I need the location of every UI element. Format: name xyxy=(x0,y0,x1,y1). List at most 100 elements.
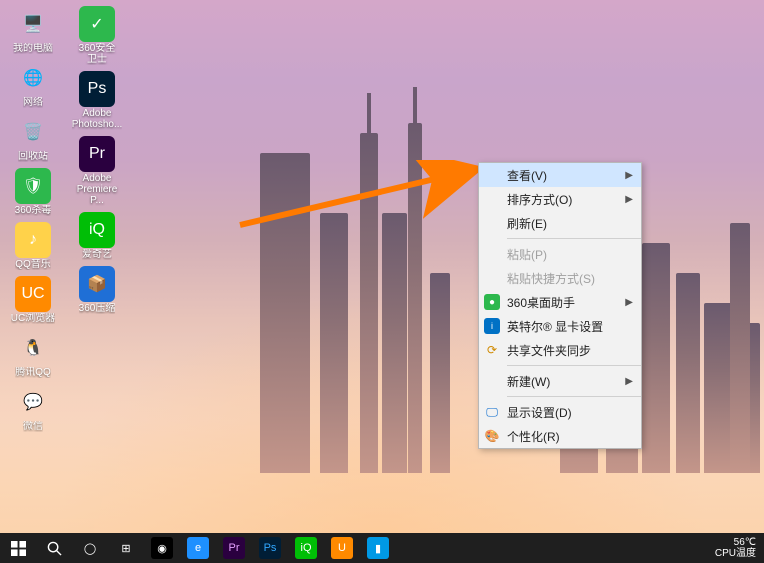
edge-icon: ◉ xyxy=(151,537,173,559)
menu-personalize-label: 个性化(R) xyxy=(507,428,560,445)
desktop-icon-adobe-premiere[interactable]: PrAdobe Premiere P... xyxy=(72,134,122,208)
taskbar-app-premiere-pinned[interactable]: Pr xyxy=(216,533,252,563)
menu-display-label: 显示设置(D) xyxy=(507,404,572,421)
360-zip-icon: 📦 xyxy=(79,266,115,302)
menu-separator xyxy=(507,238,641,239)
menu-intel-label: 英特尔® 显卡设置 xyxy=(507,318,603,335)
search-button[interactable] xyxy=(36,533,72,563)
icon-label: 爱奇艺 xyxy=(82,249,112,260)
chevron-right-icon: ▶ xyxy=(625,376,633,387)
desktop-icons-area: 🖥️我的电脑🌐网络🗑️回收站🛡360杀毒♪QQ音乐UCUC浏览器🐧腾讯QQ💬微信… xyxy=(8,4,126,434)
sync-icon: ⟳ xyxy=(484,342,500,358)
personalize-icon: 🎨 xyxy=(484,428,500,444)
menu-personalize[interactable]: 🎨 个性化(R) xyxy=(479,424,641,448)
360-safeguard-icon: ✓ xyxy=(79,6,115,42)
desktop-icon-iqiyi[interactable]: iQ爱奇艺 xyxy=(72,210,122,262)
menu-paste-shortcut-label: 粘贴快捷方式(S) xyxy=(507,270,595,287)
desktop-context-menu: 查看(V) ▶ 排序方式(O) ▶ 刷新(E) 粘贴(P) 粘贴快捷方式(S) … xyxy=(478,162,642,449)
icon-label: 微信 xyxy=(23,421,43,432)
desktop-icon-tencent-qq[interactable]: 🐧腾讯QQ xyxy=(8,328,58,380)
cortana-circle-icon: ◯ xyxy=(79,537,101,559)
menu-view[interactable]: 查看(V) ▶ xyxy=(479,163,641,187)
start-button[interactable] xyxy=(0,533,36,563)
network-icon: 🌐 xyxy=(15,60,51,96)
adobe-premiere-icon: Pr xyxy=(79,136,115,172)
chevron-right-icon: ▶ xyxy=(625,170,633,181)
icon-label: 360压缩 xyxy=(79,303,116,314)
desktop-icon-network[interactable]: 🌐网络 xyxy=(8,58,58,110)
icon-label: 腾讯QQ xyxy=(15,367,51,378)
360-antivirus-icon: 🛡 xyxy=(15,168,51,204)
display-icon: 🖵 xyxy=(484,404,500,420)
taskbar: ◯ ⊞ ◉ e Pr PsiQ U ▮ 56℃ CPU温度 xyxy=(0,533,764,563)
menu-sort-label: 排序方式(O) xyxy=(507,191,572,208)
menu-helper-label: 360桌面助手 xyxy=(507,294,575,311)
taskbar-app-edge[interactable]: ◉ xyxy=(144,533,180,563)
icon-label: 网络 xyxy=(23,97,43,108)
chevron-right-icon: ▶ xyxy=(625,297,633,308)
taskbar-app-uc-pinned[interactable]: U xyxy=(324,533,360,563)
menu-intel-graphics[interactable]: i 英特尔® 显卡设置 xyxy=(479,314,641,338)
tencent-qq-icon: 🐧 xyxy=(15,330,51,366)
taskbar-app-phone-link[interactable]: ▮ xyxy=(360,533,396,563)
recycle-bin-icon: 🗑️ xyxy=(15,114,51,150)
menu-view-label: 查看(V) xyxy=(507,167,547,184)
icon-label: Adobe Photosho... xyxy=(72,108,123,130)
phone-link-icon: ▮ xyxy=(367,537,389,559)
desktop-icon-uc-browser[interactable]: UCUC浏览器 xyxy=(8,274,58,326)
my-computer-icon: 🖥️ xyxy=(15,6,51,42)
menu-display-settings[interactable]: 🖵 显示设置(D) xyxy=(479,400,641,424)
menu-new-label: 新建(W) xyxy=(507,373,550,390)
desktop-icon-360-antivirus[interactable]: 🛡360杀毒 xyxy=(8,166,58,218)
menu-refresh-label: 刷新(E) xyxy=(507,215,547,232)
icon-label: 我的电脑 xyxy=(13,43,53,54)
uc-pinned-icon: U xyxy=(331,537,353,559)
desktop-icon-wechat[interactable]: 💬微信 xyxy=(8,382,58,434)
menu-refresh[interactable]: 刷新(E) xyxy=(479,211,641,235)
cpu-temperature-widget[interactable]: 56℃ CPU温度 xyxy=(707,537,764,559)
iqiyi-icon: iQ xyxy=(79,212,115,248)
taskbar-app-cortana-circle[interactable]: ◯ xyxy=(72,533,108,563)
ie-icon: e xyxy=(187,537,209,559)
menu-separator xyxy=(507,365,641,366)
menu-sync-label: 共享文件夹同步 xyxy=(507,342,591,359)
intel-icon: i xyxy=(484,318,500,334)
menu-paste-label: 粘贴(P) xyxy=(507,246,547,263)
photoshop-pinned-icon: Ps xyxy=(259,537,281,559)
premiere-pinned-icon: Pr xyxy=(223,537,245,559)
menu-360-desktop-helper[interactable]: ● 360桌面助手 ▶ xyxy=(479,290,641,314)
menu-new[interactable]: 新建(W) ▶ xyxy=(479,369,641,393)
menu-separator xyxy=(507,396,641,397)
uc-browser-icon: UC xyxy=(15,276,51,312)
desktop-icon-adobe-photoshop[interactable]: PsAdobe Photosho... xyxy=(72,69,122,132)
search-icon xyxy=(47,541,62,556)
taskbar-app-iqiyi-pinned[interactable]: iQ xyxy=(288,533,324,563)
desktop-icon-qq-music[interactable]: ♪QQ音乐 xyxy=(8,220,58,272)
menu-paste-shortcut: 粘贴快捷方式(S) xyxy=(479,266,641,290)
icon-label: 360杀毒 xyxy=(15,205,52,216)
temp-value: 56℃ xyxy=(715,537,756,548)
taskbar-app-photoshop-pinned[interactable]: Ps xyxy=(252,533,288,563)
desktop-icon-my-computer[interactable]: 🖥️我的电脑 xyxy=(8,4,58,56)
temp-label: CPU温度 xyxy=(715,548,756,559)
desktop[interactable]: 🖥️我的电脑🌐网络🗑️回收站🛡360杀毒♪QQ音乐UCUC浏览器🐧腾讯QQ💬微信… xyxy=(0,0,764,533)
helper-icon: ● xyxy=(484,294,500,310)
desktop-icon-360-safeguard[interactable]: ✓360安全卫士 xyxy=(72,4,122,67)
menu-paste: 粘贴(P) xyxy=(479,242,641,266)
desktop-icon-recycle-bin[interactable]: 🗑️回收站 xyxy=(8,112,58,164)
windows-logo-icon xyxy=(11,541,26,556)
icon-label: 360安全卫士 xyxy=(74,43,120,65)
taskbar-app-task-view[interactable]: ⊞ xyxy=(108,533,144,563)
wechat-icon: 💬 xyxy=(15,384,51,420)
menu-sort[interactable]: 排序方式(O) ▶ xyxy=(479,187,641,211)
desktop-icon-360-zip[interactable]: 📦360压缩 xyxy=(72,264,122,316)
iqiyi-pinned-icon: iQ xyxy=(295,537,317,559)
adobe-photoshop-icon: Ps xyxy=(79,71,115,107)
task-view-icon: ⊞ xyxy=(115,537,137,559)
qq-music-icon: ♪ xyxy=(15,222,51,258)
system-tray: 56℃ CPU温度 xyxy=(707,533,764,563)
icon-label: QQ音乐 xyxy=(15,259,51,270)
icon-label: 回收站 xyxy=(18,151,48,162)
taskbar-app-ie[interactable]: e xyxy=(180,533,216,563)
menu-shared-sync[interactable]: ⟳ 共享文件夹同步 xyxy=(479,338,641,362)
